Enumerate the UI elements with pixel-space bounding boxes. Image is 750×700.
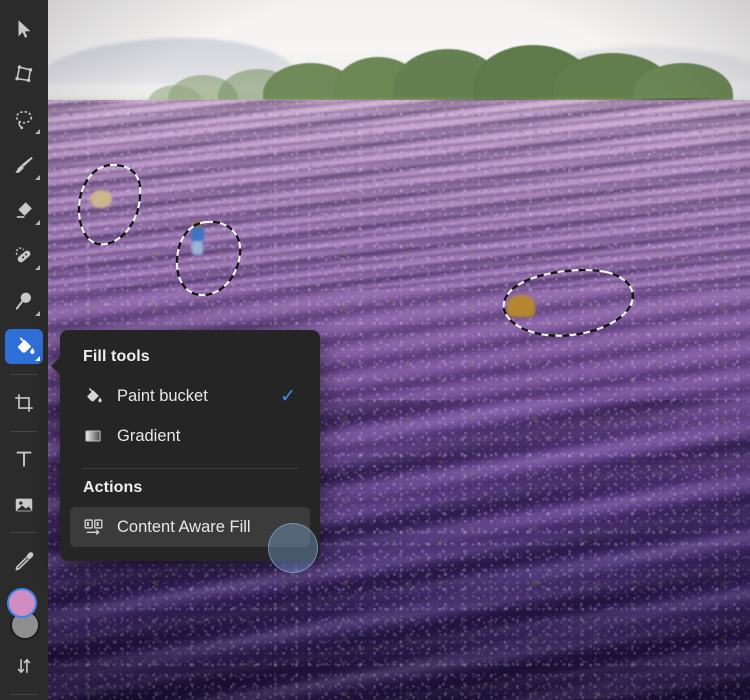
selection-1[interactable] [70,160,170,260]
crop-icon [15,394,33,412]
menu-item-paint-bucket[interactable]: Paint bucket ✓ [70,376,310,416]
eraser-icon [16,202,32,219]
eyedropper-icon [15,552,34,571]
tool-zoom[interactable] [5,283,43,318]
menu-item-label: Content Aware Fill [117,517,251,536]
magnifier-icon [15,292,31,310]
image-placeholder-icon [15,498,33,512]
flyout-indicator [35,310,40,316]
tool-healing[interactable] [5,238,43,273]
tool-crop[interactable] [5,385,43,420]
transform-icon [15,65,33,83]
toolbar-divider [11,532,37,534]
fill-tools-flyout-menu: Fill tools Paint bucket ✓ Gradient Actio… [51,330,320,561]
paint-bucket-icon [17,337,34,355]
menu-item-gradient[interactable]: Gradient [70,416,310,456]
selected-check-icon: ✓ [280,385,296,407]
tool-text[interactable] [5,442,43,477]
tool-paint-bucket[interactable] [5,328,43,365]
flyout-indicator [35,129,40,135]
flyout-indicator [35,220,40,226]
editor-window: Fill tools Paint bucket ✓ Gradient Actio… [0,0,750,700]
flyout-indicator [35,356,40,362]
tool-move[interactable] [5,11,43,46]
swap-colors-button[interactable] [5,649,43,684]
gradient-square-icon [82,425,104,447]
tool-eyedropper[interactable] [5,543,43,578]
cursor-arrow-icon [18,19,31,38]
flyout-indicator [35,265,40,271]
menu-item-label: Gradient [117,426,181,445]
tool-place-image[interactable] [5,487,43,522]
toolbar-divider [11,374,37,376]
menu-separator [82,468,298,469]
lasso-select-icon [15,110,33,129]
paintbrush-icon [15,156,33,173]
swap-arrows-icon [17,659,31,674]
tool-brush[interactable] [5,147,43,182]
healing-patch-icon [15,247,31,263]
fill-tools-section-header: Fill tools [83,348,150,365]
text-type-icon [16,451,32,467]
selection-2[interactable] [166,218,266,318]
menu-item-content-aware-fill[interactable]: Content Aware Fill [70,507,310,547]
toolbar-divider [11,430,37,432]
tool-sidebar [0,0,48,700]
actions-section-header: Actions [83,479,143,496]
tool-lasso[interactable] [5,102,43,137]
color-swatches[interactable] [5,587,43,642]
flyout-indicator [35,174,40,180]
tool-eraser[interactable] [5,193,43,228]
paint-bucket-icon [82,385,104,407]
menu-item-label: Paint bucket [117,386,208,405]
content-aware-fill-icon [82,516,104,538]
tool-transform[interactable] [5,56,43,91]
selection-3[interactable] [488,260,648,360]
toolbar-divider [11,694,37,696]
foreground-color-swatch[interactable] [7,587,37,618]
